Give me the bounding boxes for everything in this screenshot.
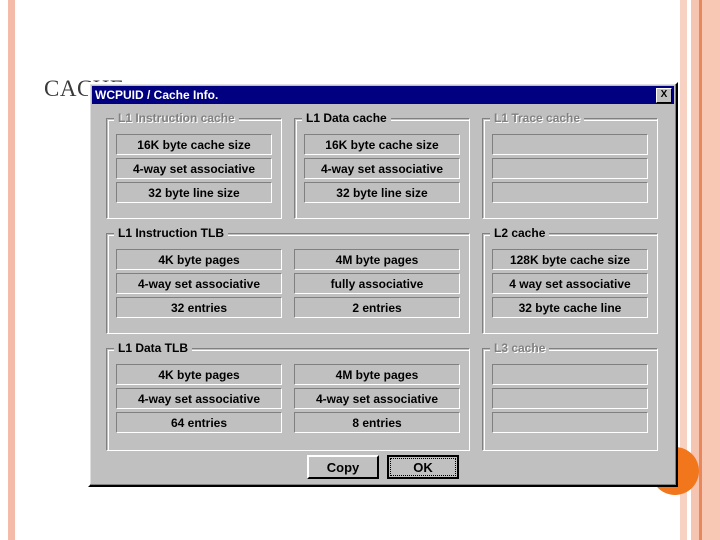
group-column: 16K byte cache size 4-way set associative… [304, 134, 460, 211]
close-icon[interactable]: X [656, 87, 672, 103]
info-field [492, 388, 648, 409]
info-field: 32 byte line size [116, 182, 272, 203]
group-label-l1-trace-cache: L1 Trace cache [490, 111, 585, 125]
dialog-title: WCPUID / Cache Info. [95, 88, 219, 102]
info-field: 4-way set associative [304, 158, 460, 179]
info-field: 32 byte line size [304, 182, 460, 203]
group-l1-instruction-tlb: L1 Instruction TLB 4K byte pages 4-way set… [106, 226, 470, 334]
info-field [492, 364, 648, 385]
info-field: 4 way set associative [492, 273, 648, 294]
group-column [492, 134, 648, 211]
group-body: 16K byte cache size 4-way set associative… [294, 118, 470, 219]
ok-button-label: OK [390, 458, 456, 476]
group-column: 128K byte cache size 4 way set associativ… [492, 249, 648, 326]
info-field: 128K byte cache size [492, 249, 648, 270]
slide-accent-stripe-left [8, 0, 15, 540]
info-field: 4M byte pages [294, 249, 460, 270]
group-l1-data-cache: L1 Data cache 16K byte cache size 4-way se… [294, 111, 470, 219]
group-column: 4K byte pages 4-way set associative 32 ent… [116, 249, 282, 326]
group-body [482, 348, 658, 451]
group-column: 4K byte pages 4-way set associative 64 ent… [116, 364, 282, 443]
info-field: 32 entries [116, 297, 282, 318]
group-l1-instruction-cache: L1 Instruction cache 16K byte cache size 4… [106, 111, 282, 219]
info-field: 2 entries [294, 297, 460, 318]
group-label-l3-cache: L3 cache [490, 341, 550, 355]
dialog-button-row: Copy OK [92, 455, 674, 479]
group-body: 128K byte cache size 4 way set associativ… [482, 233, 658, 334]
info-field: 4-way set associative [294, 388, 460, 409]
group-body: 16K byte cache size 4-way set associative… [106, 118, 282, 219]
copy-button[interactable]: Copy [307, 455, 379, 479]
group-l1-trace-cache: L1 Trace cache [482, 111, 658, 219]
info-field: 4K byte pages [116, 364, 282, 385]
info-field: 32 byte cache line [492, 297, 648, 318]
info-field: 4-way set associative [116, 158, 272, 179]
info-field: 8 entries [294, 412, 460, 433]
dialog-titlebar[interactable]: WCPUID / Cache Info. X [92, 86, 674, 104]
group-column [492, 364, 648, 443]
group-label-l1-instruction-cache: L1 Instruction cache [114, 111, 239, 125]
slide-accent-stripe-right-4 [702, 0, 720, 540]
info-field: 4-way set associative [116, 388, 282, 409]
info-field: 4-way set associative [116, 273, 282, 294]
info-field [492, 412, 648, 433]
info-field: 4M byte pages [294, 364, 460, 385]
group-label-l1-instruction-tlb: L1 Instruction TLB [114, 226, 228, 240]
group-column: 4M byte pages 4-way set associative 8 entr… [294, 364, 460, 443]
info-field: 64 entries [116, 412, 282, 433]
group-l1-data-tlb: L1 Data TLB 4K byte pages 4-way set associ… [106, 341, 470, 451]
info-field [492, 134, 648, 155]
group-body [482, 118, 658, 219]
group-l3-cache: L3 cache [482, 341, 658, 451]
group-label-l1-data-cache: L1 Data cache [302, 111, 391, 125]
info-field [492, 182, 648, 203]
group-column: 4M byte pages fully associative 2 entries [294, 249, 460, 326]
group-label-l2-cache: L2 cache [490, 226, 550, 240]
ok-button[interactable]: OK [387, 455, 459, 479]
info-field: 16K byte cache size [304, 134, 460, 155]
info-field: fully associative [294, 273, 460, 294]
info-field: 16K byte cache size [116, 134, 272, 155]
group-l2-cache: L2 cache 128K byte cache size 4 way set as… [482, 226, 658, 334]
group-column: 16K byte cache size 4-way set associative… [116, 134, 272, 211]
dialog-client-area: L1 Instruction cache 16K byte cache size 4… [92, 105, 674, 483]
group-body: 4K byte pages 4-way set associative 32 ent… [106, 233, 470, 334]
cache-info-dialog: WCPUID / Cache Info. X L1 Instruction ca… [88, 82, 678, 487]
info-field [492, 158, 648, 179]
group-label-l1-data-tlb: L1 Data TLB [114, 341, 193, 355]
group-body: 4K byte pages 4-way set associative 64 ent… [106, 348, 470, 451]
info-field: 4K byte pages [116, 249, 282, 270]
